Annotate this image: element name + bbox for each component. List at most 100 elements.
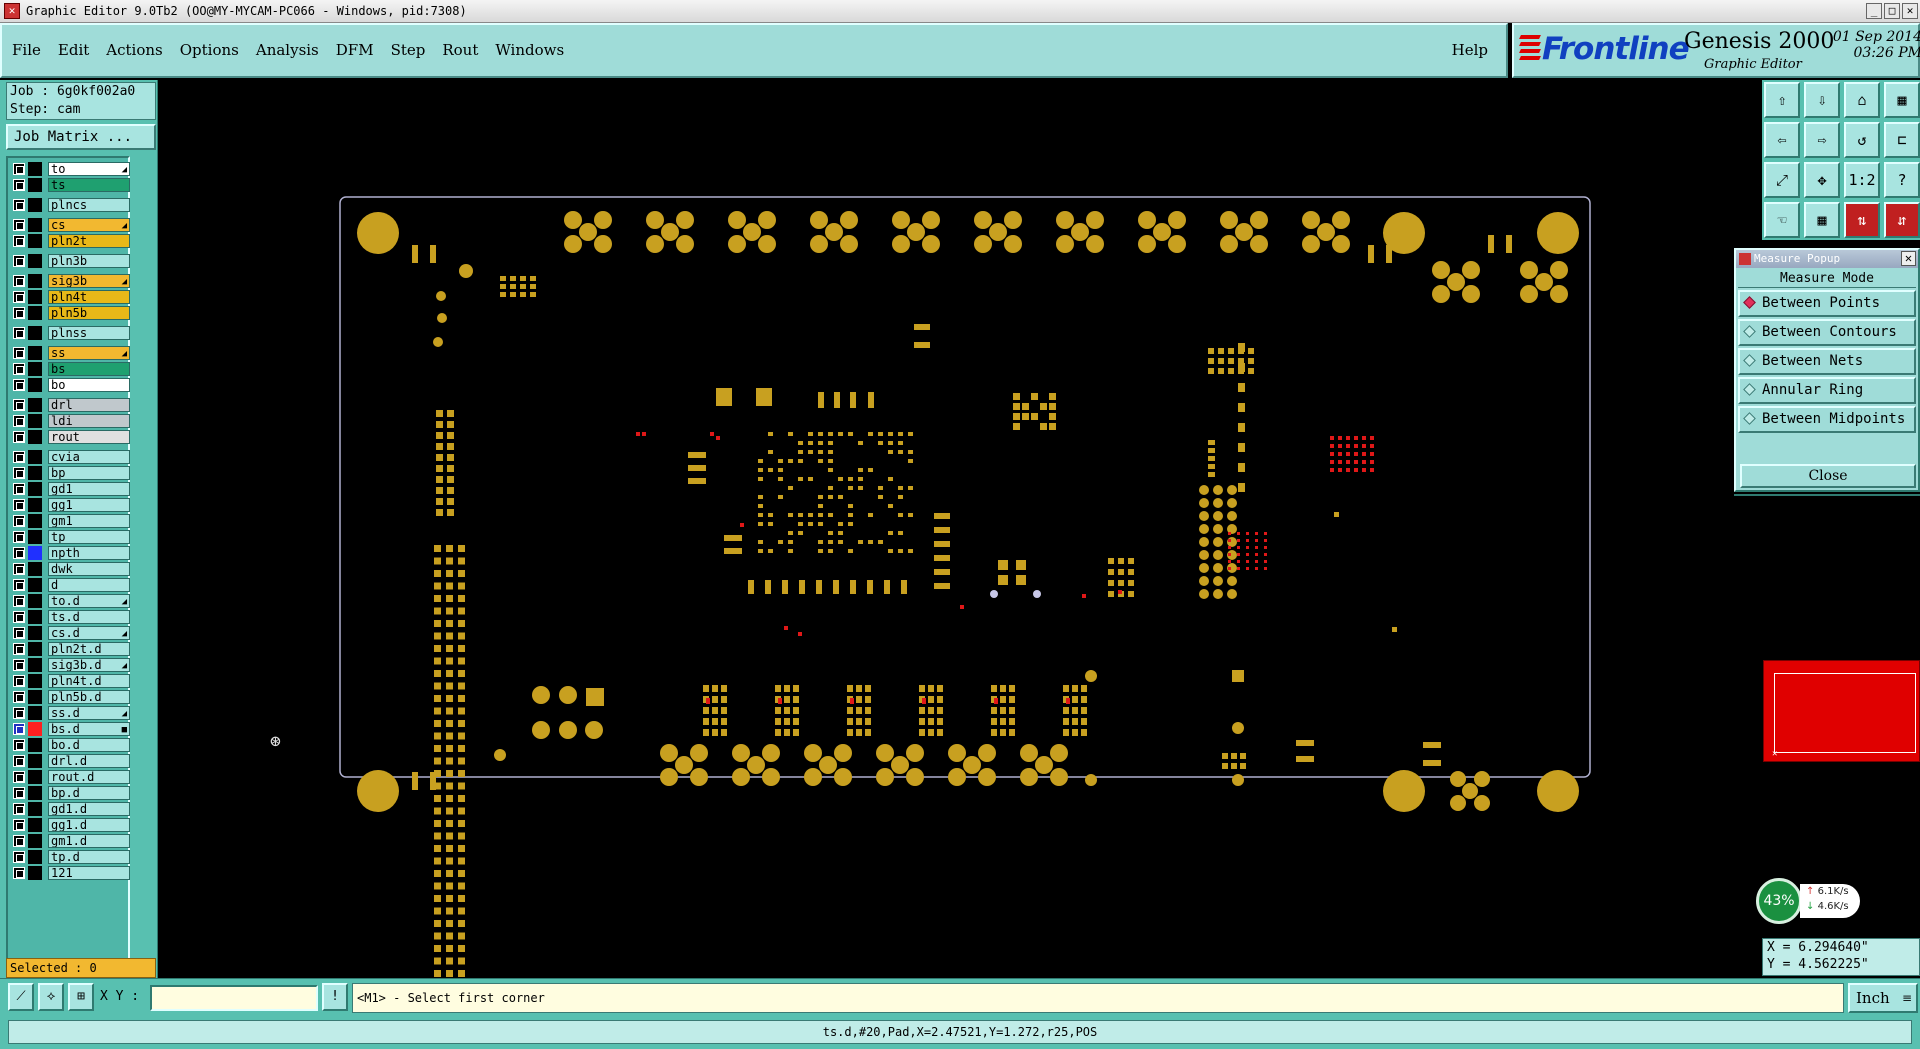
layer-name[interactable]: to ◢ <box>48 162 130 176</box>
layer-checkbox[interactable] <box>13 163 25 175</box>
layer-row-to[interactable]: to ◢ <box>11 162 129 176</box>
layer-color-swatch[interactable] <box>28 162 42 176</box>
layer-checkbox[interactable] <box>13 563 25 575</box>
layer-row-dwk[interactable]: dwk <box>11 562 129 576</box>
layer-checkbox[interactable] <box>13 611 25 623</box>
layer-checkbox[interactable] <box>13 327 25 339</box>
layer-name[interactable]: bo.d <box>48 738 130 752</box>
layer-checkbox[interactable] <box>13 595 25 607</box>
layer-row-plncs[interactable]: plncs <box>11 198 129 212</box>
measure-option-between-points[interactable]: Between Points <box>1738 290 1916 317</box>
layer-color-swatch[interactable] <box>28 818 42 832</box>
layer-row-sig3b[interactable]: sig3b ◢ <box>11 274 129 288</box>
layer-checkbox[interactable] <box>13 515 25 527</box>
layer-name[interactable]: pln5b.d <box>48 690 130 704</box>
layer-row-rout[interactable]: rout <box>11 430 129 444</box>
menu-analysis[interactable]: Analysis <box>256 41 319 59</box>
layer-name[interactable]: bs.d ■ <box>48 722 130 736</box>
layer-row-gg1[interactable]: gg1 <box>11 498 129 512</box>
layer-color-swatch[interactable] <box>28 786 42 800</box>
layer-color-swatch[interactable] <box>28 274 42 288</box>
layer-row-gm1-d[interactable]: gm1.d <box>11 834 129 848</box>
layer-checkbox[interactable] <box>13 307 25 319</box>
units-selector[interactable]: Inch <box>1848 983 1918 1013</box>
layer-row-bo[interactable]: bo <box>11 378 129 392</box>
menu-edit[interactable]: Edit <box>58 41 89 59</box>
layer-color-swatch[interactable] <box>28 466 42 480</box>
layer-name[interactable]: 121 <box>48 866 130 880</box>
menu-file[interactable]: File <box>12 41 41 59</box>
layer-name[interactable]: cs ◢ <box>48 218 130 232</box>
layer-checkbox[interactable] <box>13 771 25 783</box>
minimize-button[interactable]: _ <box>1866 3 1882 19</box>
layer-color-swatch[interactable] <box>28 866 42 880</box>
view-tool-button-15[interactable]: ⇅ <box>1844 202 1880 238</box>
layer-checkbox[interactable] <box>13 255 25 267</box>
layer-checkbox[interactable] <box>13 675 25 687</box>
layer-checkbox[interactable] <box>13 707 25 719</box>
layer-checkbox[interactable] <box>13 643 25 655</box>
layer-checkbox[interactable] <box>13 347 25 359</box>
layer-row-npth[interactable]: npth <box>11 546 129 560</box>
measure-option-between-nets[interactable]: Between Nets <box>1738 348 1916 375</box>
layer-row-121[interactable]: 121 <box>11 866 129 880</box>
view-tool-button-8[interactable]: ⊏ <box>1884 122 1920 158</box>
layer-checkbox[interactable] <box>13 399 25 411</box>
layer-checkbox[interactable] <box>13 363 25 375</box>
grid-tool-button[interactable]: ⊞ <box>68 983 94 1011</box>
layer-color-swatch[interactable] <box>28 362 42 376</box>
measure-close-button[interactable]: Close <box>1740 464 1916 488</box>
layer-name[interactable]: bp.d <box>48 786 130 800</box>
layer-checkbox[interactable] <box>13 851 25 863</box>
close-window-button[interactable]: ✕ <box>1902 3 1918 19</box>
layer-color-swatch[interactable] <box>28 218 42 232</box>
menu-help[interactable]: Help <box>1452 41 1488 59</box>
layer-name[interactable]: gg1.d <box>48 818 130 832</box>
layer-row-gm1[interactable]: gm1 <box>11 514 129 528</box>
layer-checkbox[interactable] <box>13 739 25 751</box>
layer-color-swatch[interactable] <box>28 414 42 428</box>
layer-checkbox[interactable] <box>13 547 25 559</box>
view-tool-button-4[interactable]: ▦ <box>1884 82 1920 118</box>
view-tool-button-6[interactable]: ⇨ <box>1804 122 1840 158</box>
view-tool-button-10[interactable]: ✥ <box>1804 162 1840 198</box>
layer-row-bp[interactable]: bp <box>11 466 129 480</box>
layer-row-ss-d[interactable]: ss.d ◢ <box>11 706 129 720</box>
layer-name[interactable]: sig3b ◢ <box>48 274 130 288</box>
alert-button[interactable]: ! <box>322 983 348 1011</box>
layer-checkbox[interactable] <box>13 219 25 231</box>
layer-row-ts-d[interactable]: ts.d <box>11 610 129 624</box>
layer-checkbox[interactable] <box>13 691 25 703</box>
graphic-canvas[interactable]: ⊛ <box>158 80 1760 978</box>
layer-row-to-d[interactable]: to.d ◢ <box>11 594 129 608</box>
layer-row-gd1-d[interactable]: gd1.d <box>11 802 129 816</box>
layer-checkbox[interactable] <box>13 275 25 287</box>
layer-row-pln4t[interactable]: pln4t <box>11 290 129 304</box>
layer-color-swatch[interactable] <box>28 626 42 640</box>
layer-name[interactable]: bs <box>48 362 130 376</box>
layer-checkbox[interactable] <box>13 803 25 815</box>
layer-checkbox[interactable] <box>13 531 25 543</box>
layer-name[interactable]: drl <box>48 398 130 412</box>
layer-color-swatch[interactable] <box>28 198 42 212</box>
layer-checkbox[interactable] <box>13 179 25 191</box>
layer-row-ldi[interactable]: ldi <box>11 414 129 428</box>
layer-color-swatch[interactable] <box>28 178 42 192</box>
layer-color-swatch[interactable] <box>28 498 42 512</box>
layer-row-tp[interactable]: tp <box>11 530 129 544</box>
layer-row-gd1[interactable]: gd1 <box>11 482 129 496</box>
measure-option-annular-ring[interactable]: Annular Ring <box>1738 377 1916 404</box>
view-tool-button-2[interactable]: ⇩ <box>1804 82 1840 118</box>
layer-color-swatch[interactable] <box>28 530 42 544</box>
layer-name[interactable]: bp <box>48 466 130 480</box>
layer-checkbox[interactable] <box>13 723 25 735</box>
layer-name[interactable]: pln3b <box>48 254 130 268</box>
view-tool-button-16[interactable]: ⇵ <box>1884 202 1920 238</box>
layer-color-swatch[interactable] <box>28 326 42 340</box>
layer-checkbox[interactable] <box>13 499 25 511</box>
popup-close-icon[interactable]: ✕ <box>1901 251 1916 266</box>
layer-checkbox[interactable] <box>13 415 25 427</box>
layer-checkbox[interactable] <box>13 199 25 211</box>
layer-name[interactable]: bo <box>48 378 130 392</box>
layer-name[interactable]: plncs <box>48 198 130 212</box>
